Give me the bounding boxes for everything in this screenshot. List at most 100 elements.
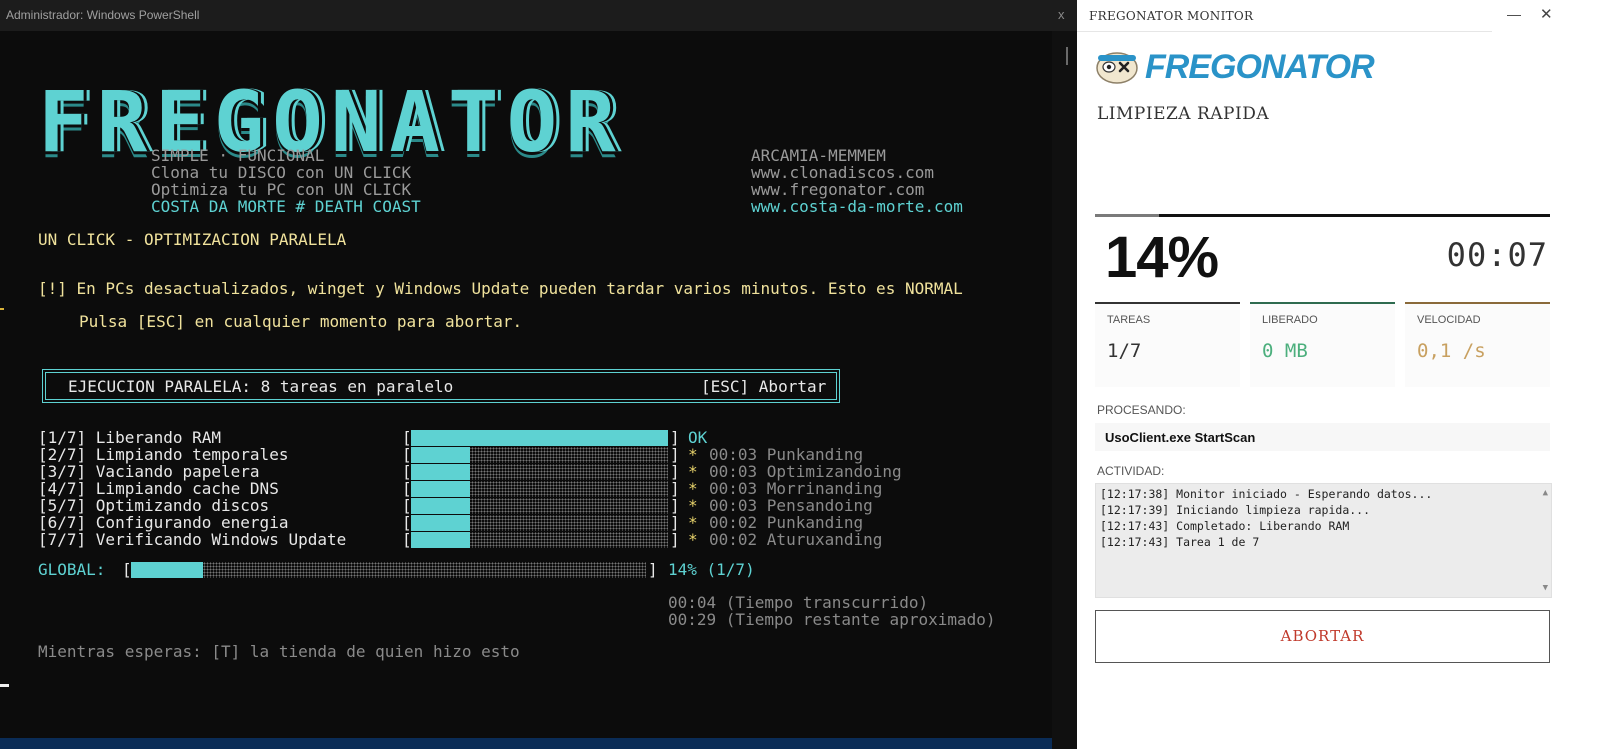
task-progress-bar (411, 481, 668, 497)
task-progress-fill (411, 515, 471, 531)
task-status: 00:02 Aturuxanding (709, 530, 883, 549)
info-left-3: Optimiza tu PC con UN CLICK (151, 180, 412, 199)
global-progress-track (131, 562, 646, 578)
brand-text: FREGONATOR (1145, 48, 1375, 86)
card-value: 1/7 (1107, 340, 1142, 362)
card-value: 0,1 /s (1417, 340, 1486, 362)
processing-box: UsoClient.exe StartScan (1095, 423, 1550, 451)
task-status: 00:03 Morrinanding (709, 479, 883, 498)
task-progress-fill (411, 464, 471, 480)
task-bar-close: ] (670, 462, 680, 481)
close-button[interactable]: ✕ (1540, 5, 1553, 23)
remaining-line: 00:29 (Tiempo restante aproximado) (668, 610, 996, 629)
powershell-window-title: Administrador: Windows PowerShell (6, 8, 200, 22)
percent-complete: 14% (1105, 225, 1219, 290)
abort-button[interactable]: ABORTAR (1095, 610, 1550, 663)
task-label: [4/7] Limpiando cache DNS (38, 479, 279, 498)
task-bar-close: ] (670, 428, 680, 447)
processing-value: UsoClient.exe StartScan (1105, 430, 1256, 445)
task-status: 00:03 Punkanding (709, 445, 864, 464)
exec-box-title: EJECUCION PARALELA: 8 tareas en paralelo (68, 377, 454, 396)
scroll-down-icon[interactable]: ▼ (1543, 583, 1548, 593)
task-bar-close: ] (670, 479, 680, 498)
titlebar-divider (1077, 31, 1492, 32)
task-status: 00:02 Punkanding (709, 513, 864, 532)
global-progress-text: 14% (1/7) (668, 560, 755, 579)
cleaning-mode: LIMPIEZA RAPIDA (1097, 104, 1270, 124)
monitor-progress-bar (1095, 214, 1550, 217)
exec-box: EJECUCION PARALELA: 8 tareas en paralelo… (42, 369, 840, 403)
card-label: VELOCIDAD (1417, 314, 1481, 326)
exec-abort-hint[interactable]: [ESC] Abortar (701, 378, 826, 395)
task-bar-close: ] (670, 513, 680, 532)
task-progress-bar (411, 498, 668, 514)
task-progress-fill (411, 498, 471, 514)
activity-label: ACTIVIDAD: (1097, 464, 1165, 478)
wait-hint: Mientras esperas: [T] la tienda de quien… (38, 642, 520, 661)
task-spinner-icon: * (688, 496, 698, 515)
task-label: [1/7] Liberando RAM (38, 428, 222, 447)
card-value: 0 MB (1262, 340, 1308, 362)
terminal-cursor (0, 684, 9, 687)
task-label: [5/7] Optimizando discos (38, 496, 270, 515)
task-spinner-icon: * (688, 445, 698, 464)
powershell-scrollbar[interactable] (1052, 31, 1077, 749)
powershell-titlebar: Administrador: Windows PowerShell x (0, 0, 1077, 31)
mode-heading: UN CLICK - OPTIMIZACION PARALELA (38, 230, 347, 249)
log-line: [12:17:43] Tarea 1 de 7 (1100, 535, 1260, 549)
monitor-window: FREGONATOR MONITOR — ✕ FREGONATOR LIMPIE… (1077, 0, 1600, 749)
task-label: [3/7] Vaciando papelera (38, 462, 260, 481)
log-line: [12:17:43] Completado: Liberando RAM (1100, 519, 1350, 533)
task-progress-bar (411, 430, 668, 446)
mascot-icon (1096, 52, 1138, 84)
task-status: 00:03 Pensandoing (709, 496, 873, 515)
info-left-4: COSTA DA MORTE # DEATH COAST (151, 197, 421, 216)
task-progress-bar (411, 464, 668, 480)
scroll-up-icon[interactable]: ▲ (1543, 488, 1548, 498)
task-progress-fill (411, 447, 471, 463)
info-right-2: www.clonadiscos.com (751, 163, 935, 182)
info-left-1: SIMPLE · FUNCIONAL (151, 146, 325, 165)
info-right-1: ARCAMIA-MEMMEM (751, 146, 886, 165)
brand-logo: FREGONATOR (1095, 45, 1375, 89)
card-liberado: LIBERADO 0 MB (1250, 302, 1395, 387)
monitor-window-title: FREGONATOR MONITOR (1089, 9, 1254, 23)
task-progress-bar (411, 447, 668, 463)
task-progress-fill (411, 481, 471, 497)
card-label: TAREAS (1107, 314, 1151, 326)
card-label: LIBERADO (1262, 314, 1318, 326)
task-spinner-icon: * (688, 462, 698, 481)
esc-hint: Pulsa [ESC] en cualquier momento para ab… (79, 312, 523, 331)
powershell-close-button[interactable]: x (1058, 7, 1065, 22)
task-progress-fill (411, 430, 668, 446)
log-line: [12:17:38] Monitor iniciado - Esperando … (1100, 487, 1433, 501)
log-line: [12:17:39] Iniciando limpieza rapida... (1100, 503, 1371, 517)
global-progress-fill (131, 562, 204, 578)
task-label: [6/7] Configurando energia (38, 513, 289, 532)
info-right-4: www.costa-da-morte.com (751, 197, 963, 216)
minimize-button[interactable]: — (1507, 6, 1521, 22)
task-label: [2/7] Limpiando temporales (38, 445, 289, 464)
task-label: [7/7] Verificando Windows Update (38, 530, 347, 549)
info-left-2: Clona tu DISCO con UN CLICK (151, 163, 412, 182)
powershell-bottom-edge (0, 738, 1052, 749)
ascii-logo: FREGONATOR (38, 75, 624, 169)
processing-label: PROCESANDO: (1097, 403, 1186, 417)
card-velocidad: VELOCIDAD 0,1 /s (1405, 302, 1550, 387)
global-label: GLOBAL: (38, 560, 106, 579)
task-spinner-icon: * (688, 479, 698, 498)
global-bar-close: ] (648, 560, 658, 579)
activity-log[interactable]: [12:17:38] Monitor iniciado - Esperando … (1095, 483, 1552, 598)
monitor-titlebar: FREGONATOR MONITOR — ✕ (1077, 0, 1600, 31)
prompt-marker (0, 308, 4, 310)
powershell-window: Administrador: Windows PowerShell x FREG… (0, 0, 1077, 749)
task-spinner-icon: * (688, 530, 698, 549)
task-bar-close: ] (670, 445, 680, 464)
task-status: 00:03 Optimizandoing (709, 462, 902, 481)
card-tareas: TAREAS 1/7 (1095, 302, 1240, 387)
global-progress-bar (131, 562, 646, 578)
task-bar-close: ] (670, 530, 680, 549)
task-status-ok: OK (688, 428, 708, 447)
scrollbar-thumb[interactable] (1066, 47, 1068, 65)
task-bar-close: ] (670, 496, 680, 515)
